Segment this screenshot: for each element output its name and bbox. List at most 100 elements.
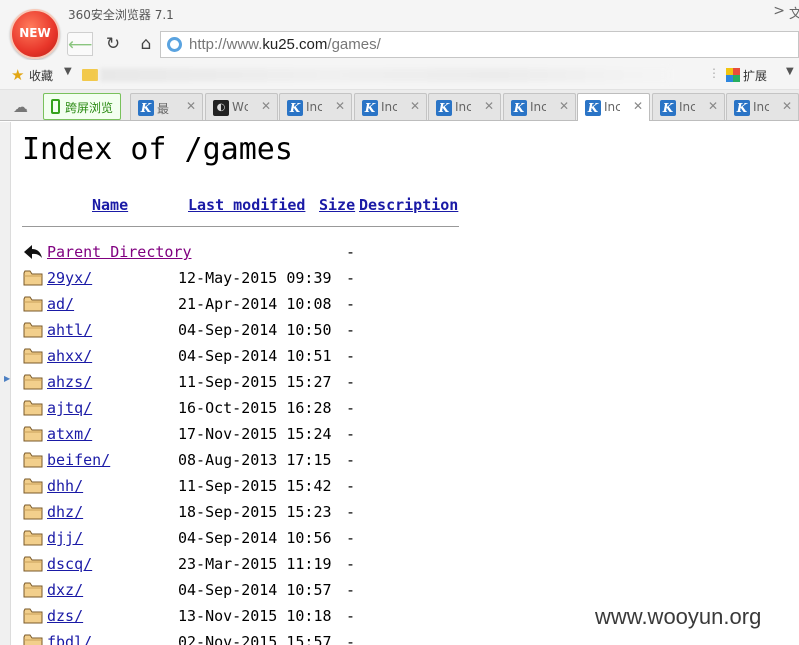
column-header-description[interactable]: Description [359, 196, 458, 214]
directory-link[interactable]: dzs/ [47, 607, 83, 625]
directory-link[interactable]: dscq/ [47, 555, 92, 573]
folder-icon [23, 530, 43, 546]
url-text[interactable]: http://www.ku25.com/games/ [189, 36, 381, 53]
directory-row: dzs/13-Nov-2015 10:18- [22, 605, 462, 629]
tab-title: Inc [306, 100, 322, 114]
favorites-button[interactable]: 收藏 [29, 67, 53, 84]
close-icon[interactable]: ✕ [186, 99, 196, 113]
directory-link[interactable]: 29yx/ [47, 269, 92, 287]
browser-tab[interactable]: K Inc ✕ [577, 93, 650, 121]
chevron-down-icon[interactable]: ▼ [64, 66, 72, 77]
browser-logo[interactable]: NEW [10, 9, 60, 59]
folder-icon [23, 426, 43, 442]
bookmark-items-obscured [100, 68, 670, 82]
close-icon[interactable]: ✕ [335, 99, 345, 113]
directory-link[interactable]: ad/ [47, 295, 74, 313]
k-logo-icon: K [138, 100, 154, 116]
close-icon[interactable]: ✕ [708, 99, 718, 113]
reload-button[interactable]: ↻ [100, 32, 126, 56]
folder-icon [23, 582, 43, 598]
side-panel-edge[interactable]: ▶ [0, 122, 11, 645]
parent-directory-row: Parent Directory - [22, 241, 462, 265]
home-button[interactable]: ⌂ [133, 32, 159, 56]
folder-icon [23, 400, 43, 416]
last-modified-cell: 08-Aug-2013 17:15 [178, 451, 332, 469]
tab-title: Inc [679, 100, 695, 114]
star-icon[interactable]: ★ [11, 67, 27, 83]
size-cell: - [346, 555, 356, 573]
size-cell: - [346, 477, 356, 495]
chevron-down-icon[interactable]: ▼ [786, 66, 794, 77]
tab-title: Inc [381, 100, 397, 114]
size-cell: - [346, 529, 356, 547]
tab-title: Inc [455, 100, 471, 114]
tab-title: Inc [753, 100, 769, 114]
directory-row: ad/21-Apr-2014 10:08- [22, 293, 462, 317]
close-icon[interactable]: ✕ [633, 99, 643, 113]
browser-tab[interactable]: K 最 ✕ [130, 93, 203, 120]
globe-icon [167, 37, 182, 52]
directory-link[interactable]: fbdl/ [47, 633, 92, 645]
column-header-size[interactable]: Size [319, 196, 355, 214]
close-icon[interactable]: ✕ [559, 99, 569, 113]
extensions-button[interactable]: 扩展 [743, 67, 767, 84]
directory-row: dscq/23-Mar-2015 11:19- [22, 553, 462, 577]
last-modified-cell: 04-Sep-2014 10:50 [178, 321, 332, 339]
k-logo-icon: K [511, 100, 527, 116]
directory-link[interactable]: dhz/ [47, 503, 83, 521]
directory-link[interactable]: dxz/ [47, 581, 83, 599]
browser-tab[interactable]: K Inc ✕ [279, 93, 352, 120]
extensions-icon[interactable] [726, 68, 740, 82]
directory-link[interactable]: ajtq/ [47, 399, 92, 417]
cross-screen-tab[interactable]: 跨屏浏览 [43, 93, 121, 120]
last-modified-cell: 17-Nov-2015 15:24 [178, 425, 332, 443]
address-bar: ⟵ ↻ ⌂ http://www.ku25.com/games/ [0, 28, 799, 60]
url-input[interactable]: http://www.ku25.com/games/ [160, 31, 799, 58]
last-modified-cell: 21-Apr-2014 10:08 [178, 295, 332, 313]
browser-tab[interactable]: K Inc ✕ [503, 93, 576, 120]
directory-link[interactable]: atxm/ [47, 425, 92, 443]
k-logo-icon: K [436, 100, 452, 116]
directory-link[interactable]: ahzs/ [47, 373, 92, 391]
watermark: www.wooyun.org [595, 604, 762, 629]
size-cell: - [346, 269, 356, 287]
directory-row: fbdl/02-Nov-2015 15:57 - [22, 631, 462, 645]
directory-link[interactable]: dhh/ [47, 477, 83, 495]
parent-directory-link[interactable]: Parent Directory [47, 243, 192, 261]
size-cell: - [346, 607, 356, 625]
directory-link[interactable]: ahtl/ [47, 321, 92, 339]
size-cell: - [346, 451, 356, 469]
size-cell: - [346, 581, 356, 599]
column-header-name[interactable]: Name [92, 196, 128, 214]
browser-tab[interactable]: K Inc ✕ [726, 93, 799, 120]
directory-row: ahtl/04-Sep-2014 10:50- [22, 319, 462, 343]
browser-tab[interactable]: ◐Wc ✕ [205, 93, 278, 120]
page-title: Index of /games [22, 132, 293, 167]
directory-row: ahzs/11-Sep-2015 15:27- [22, 371, 462, 395]
back-button[interactable]: ⟵ [67, 32, 93, 56]
folder-icon[interactable] [82, 69, 98, 81]
last-modified-cell: 16-Oct-2015 16:28 [178, 399, 332, 417]
close-icon[interactable]: ✕ [410, 99, 420, 113]
header-divider [22, 226, 459, 227]
directory-link[interactable]: djj/ [47, 529, 83, 547]
browser-tab[interactable]: K Inc ✕ [652, 93, 725, 120]
close-icon[interactable]: ✕ [782, 99, 792, 113]
column-header-last-modified[interactable]: Last modified [188, 196, 305, 214]
directory-link[interactable]: ahxx/ [47, 347, 92, 365]
last-modified-cell: 12-May-2015 09:39 [178, 269, 332, 287]
tab-title: Inc [530, 100, 546, 114]
directory-link[interactable]: beifen/ [47, 451, 110, 469]
size-cell: - [346, 295, 356, 313]
close-icon[interactable]: ✕ [261, 99, 271, 113]
directory-row: dxz/04-Sep-2014 10:57- [22, 579, 462, 603]
last-modified-cell: 04-Sep-2014 10:56 [178, 529, 332, 547]
browser-tab[interactable]: K Inc ✕ [428, 93, 501, 120]
chevron-right-icon[interactable]: > [773, 3, 785, 19]
cloud-icon[interactable]: ☁ [13, 98, 28, 116]
folder-icon [23, 452, 43, 468]
close-icon[interactable]: ✕ [484, 99, 494, 113]
browser-tab[interactable]: K Inc ✕ [354, 93, 427, 120]
expand-arrow-icon[interactable]: ▶ [4, 374, 10, 383]
title-menu-glyph[interactable]: 文 [789, 3, 799, 22]
